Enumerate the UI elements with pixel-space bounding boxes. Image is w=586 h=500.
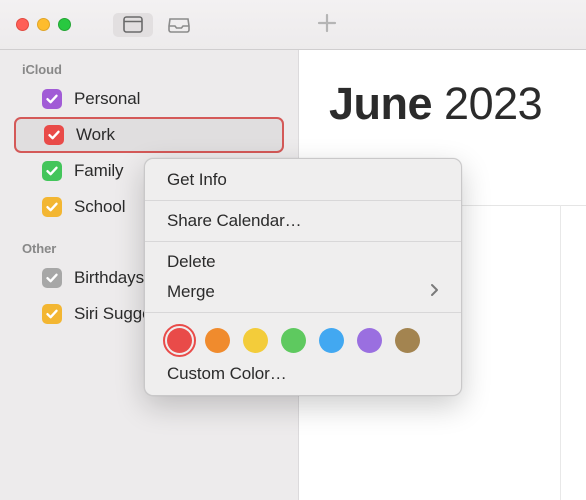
minimize-window-button[interactable] (37, 18, 50, 31)
section-header-icloud[interactable]: iCloud (0, 58, 298, 81)
color-swatch-green[interactable] (281, 328, 306, 353)
titlebar (0, 0, 586, 50)
menu-label: Custom Color… (167, 364, 287, 384)
menu-label: Share Calendar… (167, 211, 302, 231)
menu-item-get-info[interactable]: Get Info (145, 165, 461, 195)
color-swatch-blue[interactable] (319, 328, 344, 353)
page-title: June 2023 (299, 78, 586, 130)
menu-item-merge[interactable]: Merge (145, 277, 461, 307)
menu-separator (145, 241, 461, 242)
inbox-button[interactable] (159, 13, 199, 37)
checkmark-icon (45, 92, 59, 106)
plus-icon (316, 12, 338, 34)
checkmark-icon (45, 271, 59, 285)
checkbox-birthdays[interactable] (42, 268, 62, 288)
menu-item-custom-color[interactable]: Custom Color… (145, 359, 461, 389)
chevron-right-icon (430, 282, 439, 302)
year-label: 2023 (444, 78, 542, 129)
add-event-button[interactable] (316, 12, 338, 39)
menu-separator (145, 312, 461, 313)
calendars-toggle-button[interactable] (113, 13, 153, 37)
checkmark-icon (45, 164, 59, 178)
checkbox-siri[interactable] (42, 304, 62, 324)
color-swatch-brown[interactable] (395, 328, 420, 353)
menu-item-delete[interactable]: Delete (145, 247, 461, 277)
calendar-label: Birthdays (74, 268, 144, 288)
calendar-context-menu: Get Info Share Calendar… Delete Merge Cu… (144, 158, 462, 396)
zoom-window-button[interactable] (58, 18, 71, 31)
menu-separator (145, 200, 461, 201)
menu-label: Delete (167, 252, 216, 272)
checkmark-icon (45, 307, 59, 321)
color-swatch-purple[interactable] (357, 328, 382, 353)
calendar-label: Family (74, 161, 123, 181)
close-window-button[interactable] (16, 18, 29, 31)
month-label: June (329, 78, 432, 129)
checkmark-icon (47, 128, 61, 142)
checkmark-icon (45, 200, 59, 214)
calendar-label: Personal (74, 89, 140, 109)
calendar-label: School (74, 197, 125, 217)
menu-label: Merge (167, 282, 215, 302)
calendar-icon (123, 16, 143, 33)
checkbox-family[interactable] (42, 161, 62, 181)
color-swatch-yellow[interactable] (243, 328, 268, 353)
menu-item-share-calendar[interactable]: Share Calendar… (145, 206, 461, 236)
color-swatch-orange[interactable] (205, 328, 230, 353)
calendar-item-work[interactable]: Work (14, 117, 284, 153)
checkbox-personal[interactable] (42, 89, 62, 109)
checkbox-school[interactable] (42, 197, 62, 217)
color-swatch-red[interactable] (167, 328, 192, 353)
day-divider (560, 205, 561, 500)
calendar-label: Work (76, 125, 115, 145)
toolbar (113, 13, 199, 37)
tray-icon (168, 17, 190, 33)
calendar-item-personal[interactable]: Personal (0, 81, 298, 117)
menu-label: Get Info (167, 170, 227, 190)
color-swatches (145, 318, 461, 359)
checkbox-work[interactable] (44, 125, 64, 145)
window-controls (16, 18, 71, 31)
